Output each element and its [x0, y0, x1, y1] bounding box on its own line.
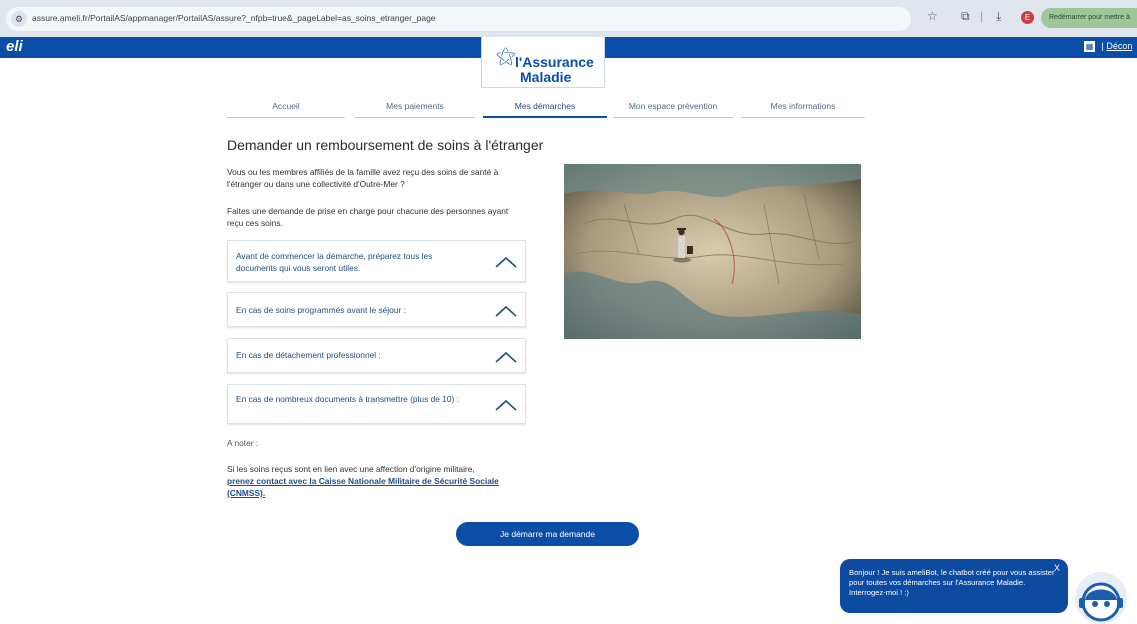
note-text: Si les soins reçus sont en lien avec une…: [227, 464, 475, 474]
address-bar[interactable]: ⚙ assure.ameli.fr/PortailAS/appmanager/P…: [6, 7, 911, 31]
site-info-icon[interactable]: ⚙: [11, 11, 27, 27]
instruction-paragraph: Faites une demande de prise en charge po…: [227, 206, 509, 228]
start-request-button[interactable]: Je démarre ma demande: [456, 522, 639, 546]
logout-link[interactable]: Décon: [1106, 41, 1132, 51]
tab-accueil[interactable]: Accueil: [227, 97, 345, 118]
accordion-label: En cas de soins programmés avant le séjo…: [236, 305, 406, 315]
chatbot-close-button[interactable]: X: [1054, 563, 1060, 573]
chatbot-message: Bonjour ! Je suis ameliBot, le chatbot c…: [849, 568, 1055, 597]
hero-map-image: [564, 164, 861, 339]
url-text[interactable]: assure.ameli.fr/PortailAS/appmanager/Por…: [32, 13, 436, 23]
tab-mes-informations[interactable]: Mes informations: [741, 97, 865, 118]
intro-paragraph: Vous ou les membres affiliés de la famil…: [227, 167, 499, 189]
note-heading: A noter :: [227, 438, 259, 448]
chevron-up-icon: [495, 399, 517, 411]
account-icon[interactable]: ▦: [1084, 41, 1095, 53]
logo-line-2: Maladie: [520, 69, 572, 85]
assurance-maladie-logo[interactable]: ⚝ l'Assurance Maladie: [481, 37, 605, 88]
restart-browser-button[interactable]: Redémarrer pour mettre à: [1041, 8, 1137, 28]
chevron-up-icon: [495, 351, 517, 363]
profile-avatar[interactable]: E: [1021, 11, 1034, 24]
brand-name-fragment[interactable]: eli: [6, 38, 23, 55]
tab-mes-demarches[interactable]: Mes démarches: [483, 97, 607, 118]
accordion-preparation[interactable]: Avant de commencer la démarche, préparez…: [227, 240, 526, 282]
chevron-up-icon: [495, 305, 517, 317]
accordion-label: Avant de commencer la démarche, préparez…: [236, 251, 433, 273]
extensions-icon[interactable]: ⧉: [961, 9, 970, 24]
chatbot-avatar-icon[interactable]: [1075, 572, 1127, 624]
cnmss-contact-link[interactable]: prenez contact avec la Caisse Nationale …: [227, 476, 499, 498]
family-figure-icon: ⚝: [496, 45, 516, 67]
note-paragraph: Si les soins reçus sont en lien avec une…: [227, 463, 527, 499]
logo-line-1: l'Assurance: [515, 54, 594, 70]
bookmark-star-icon[interactable]: ☆: [927, 9, 938, 23]
toolbar-divider: |: [980, 9, 984, 23]
accordion-detachement[interactable]: En cas de détachement professionnel :: [227, 338, 526, 373]
accordion-label: En cas de détachement professionnel :: [236, 350, 381, 360]
chatbot-message-bubble[interactable]: Bonjour ! Je suis ameliBot, le chatbot c…: [840, 559, 1068, 613]
chevron-up-icon: [495, 256, 517, 268]
accordion-soins-programmes[interactable]: En cas de soins programmés avant le séjo…: [227, 292, 526, 327]
accordion-label: En cas de nombreux documents à transmett…: [236, 394, 459, 404]
tab-mon-espace-prevention[interactable]: Mon espace prévention: [613, 97, 733, 118]
accordion-nombreux-documents[interactable]: En cas de nombreux documents à transmett…: [227, 384, 526, 424]
download-icon[interactable]: ⤓: [996, 9, 1001, 24]
page-title: Demander un remboursement de soins à l'é…: [227, 137, 544, 153]
browser-toolbar: ⚙ assure.ameli.fr/PortailAS/appmanager/P…: [0, 0, 1137, 37]
tab-mes-paiements[interactable]: Mes paiements: [355, 97, 475, 118]
header-account-area: ▦ | Décon: [1084, 41, 1132, 53]
